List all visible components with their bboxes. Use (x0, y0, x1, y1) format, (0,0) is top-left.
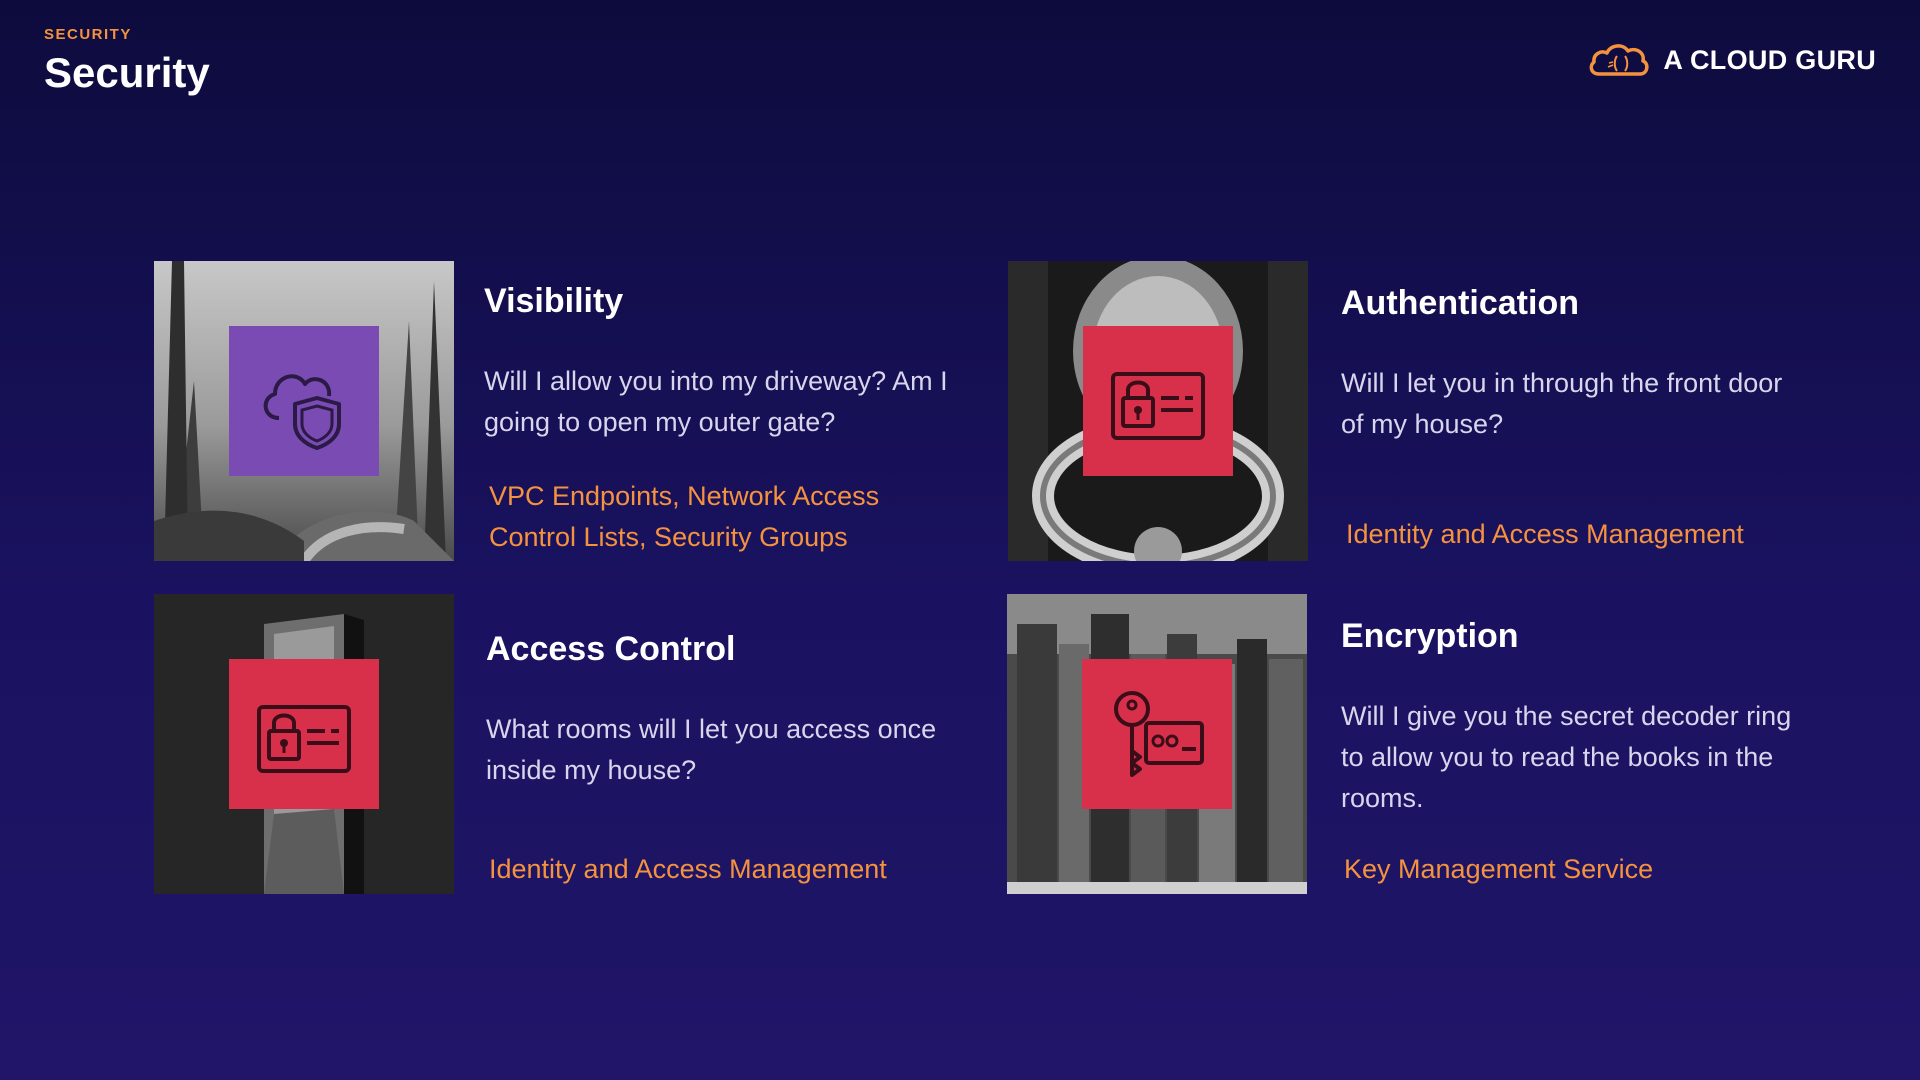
open-doorway-photo (154, 594, 454, 894)
door-knocker-photo (1008, 261, 1308, 561)
card-description: Will I let you in through the front door… (1341, 368, 1783, 439)
slide-header: SECURITY Security (44, 26, 210, 97)
card-services: Identity and Access Management (489, 854, 887, 884)
card-description: What rooms will I let you access once in… (486, 714, 937, 785)
key-card-icon (1114, 691, 1204, 777)
card-title: Visibility (484, 282, 624, 320)
section-eyebrow: SECURITY (44, 26, 132, 43)
access-control-icon-tile (229, 659, 379, 809)
card-services: Identity and Access Management (1346, 519, 1744, 549)
card-services: VPC Endpoints, Network Access Control Li… (489, 481, 880, 552)
card-services: Key Management Service (1344, 854, 1654, 884)
foggy-driveway-photo (154, 261, 454, 561)
card-title: Access Control (486, 630, 736, 668)
card-description: Will I allow you into my driveway? Am I … (484, 366, 948, 437)
brand-name: A CLOUD GURU (1663, 44, 1876, 75)
cloud-shield-icon (263, 374, 341, 450)
id-card-lock-icon (257, 705, 351, 773)
visibility-icon-tile (229, 326, 379, 476)
card-description: Will I give you the secret decoder ring … (1341, 701, 1792, 813)
cloud-logo-icon (1589, 44, 1649, 76)
encryption-icon-tile (1082, 659, 1232, 809)
card-title: Authentication (1341, 284, 1579, 322)
old-books-photo (1007, 594, 1307, 894)
brand-logo: A CLOUD GURU (1587, 40, 1876, 80)
card-title: Encryption (1341, 617, 1519, 655)
id-card-lock-icon (1111, 372, 1205, 440)
page-title: Security (44, 49, 210, 96)
authentication-icon-tile (1083, 326, 1233, 476)
